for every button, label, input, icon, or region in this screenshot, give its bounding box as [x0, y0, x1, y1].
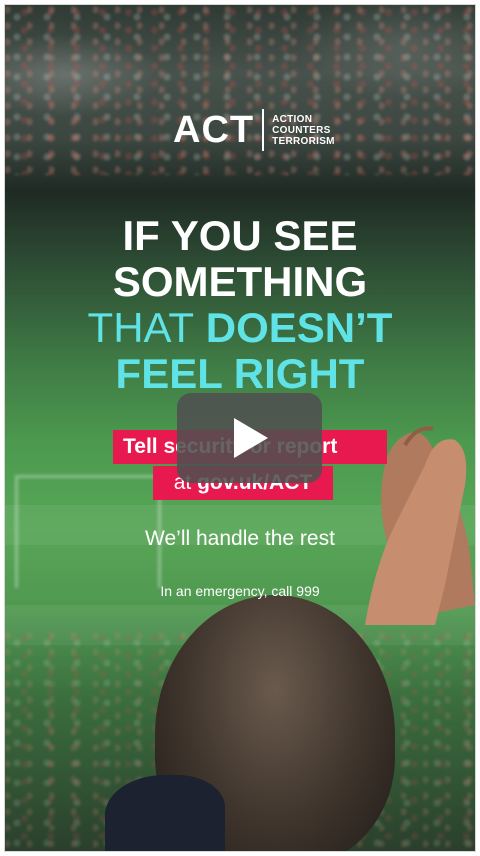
logo-divider	[262, 109, 265, 151]
headline-that: THAT	[87, 304, 195, 351]
logo-subtitle-line: ACTION	[272, 113, 313, 125]
headline-line-2: SOMETHING	[112, 258, 368, 305]
headline: IF YOU SEE SOMETHING THAT DOESN’T FEEL R…	[5, 213, 475, 397]
video-player[interactable]: ACT ACTION COUNTERS TERRORISM IF YOU SEE…	[4, 4, 476, 852]
act-logo: ACT ACTION COUNTERS TERRORISM	[173, 109, 335, 151]
headline-line-1: IF YOU SEE	[122, 212, 358, 259]
logo-subtitle-line: TERRORISM	[272, 135, 335, 147]
play-icon	[233, 418, 268, 458]
headline-line-4: FEEL RIGHT	[115, 350, 365, 397]
emergency-note: In an emergency, call 999	[160, 583, 320, 599]
play-button[interactable]	[177, 393, 322, 483]
spectator-shoulder	[105, 775, 225, 851]
logo-wordmark: ACT	[173, 109, 255, 151]
tagline: We’ll handle the rest	[145, 527, 335, 550]
logo-subtitle: ACTION COUNTERS TERRORISM	[272, 114, 335, 147]
headline-doesnt: DOESN’T	[205, 304, 393, 351]
logo-subtitle-line: COUNTERS	[272, 124, 331, 136]
headline-line-3: THAT DOESN’T	[5, 305, 475, 351]
